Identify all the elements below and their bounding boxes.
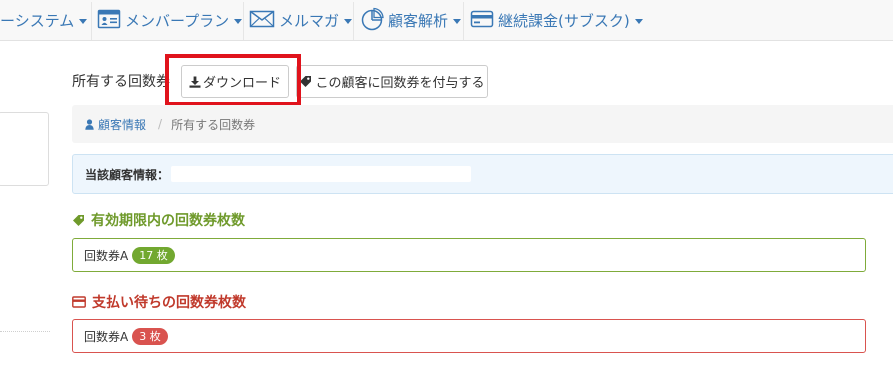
nav-item-label: メルマガ [279, 12, 340, 30]
grant-ticket-button-label: この顧客に回数券を付与する [315, 76, 485, 91]
nav-divider [463, 2, 464, 40]
pending-tickets-panel: 回数券A 3 枚 [72, 319, 866, 353]
nav-item-label: ーシステム [0, 12, 75, 30]
breadcrumb-current: 所有する回数券 [171, 117, 256, 132]
nav-divider [91, 2, 92, 40]
breadcrumb-parent-label: 顧客情報 [98, 117, 147, 132]
nav-item-mail-magazine[interactable]: メルマガ [249, 0, 353, 41]
caret-down-icon [79, 19, 88, 24]
credit-card-icon [72, 296, 86, 308]
nav-item-label: 継続課金(サブスク) [498, 12, 630, 30]
tag-icon [72, 214, 85, 227]
download-highlight-box [165, 54, 301, 106]
ticket-count-badge: 17 枚 [132, 246, 175, 264]
top-nav: ーシステム メンバープラン メルマガ 顧客解析 継続課金(サブスク) [0, 0, 893, 41]
nav-item-customer-analysis[interactable]: 顧客解析 [360, 0, 462, 41]
caret-down-icon [344, 19, 353, 24]
pending-tickets-title: 支払い待ちの回数券枚数 [92, 295, 246, 311]
caret-down-icon [234, 19, 243, 24]
pie-chart-icon [360, 7, 384, 35]
pending-tickets-heading: 支払い待ちの回数券枚数 [72, 292, 246, 312]
ticket-name: 回数券A [84, 329, 129, 344]
member-card-icon [97, 8, 121, 34]
valid-tickets-title: 有効期限内の回数券枚数 [91, 213, 245, 229]
caret-down-icon [453, 19, 462, 24]
nav-item-label: メンバープラン [125, 12, 230, 30]
page-title: 所有する回数券 [72, 74, 170, 90]
ticket-count-badge: 3 枚 [132, 327, 168, 345]
nav-item-label: 顧客解析 [388, 12, 449, 30]
valid-tickets-heading: 有効期限内の回数券枚数 [72, 210, 245, 230]
envelope-icon [249, 9, 275, 33]
nav-item-system[interactable]: ーシステム [0, 0, 88, 41]
left-panel-divider [0, 331, 50, 332]
ticket-name: 回数券A [84, 248, 129, 263]
left-panel-box [0, 112, 49, 186]
nav-divider [353, 2, 354, 40]
breadcrumb-separator: / [158, 117, 163, 131]
caret-down-icon [634, 19, 643, 24]
breadcrumb-customer-info-link[interactable]: 顧客情報 [85, 116, 146, 133]
nav-divider [243, 2, 244, 40]
user-icon [85, 118, 94, 130]
valid-tickets-panel: 回数券A 17 枚 [72, 238, 866, 272]
nav-item-member-plan[interactable]: メンバープラン [97, 0, 243, 41]
nav-item-subscription[interactable]: 継続課金(サブスク) [470, 0, 643, 41]
grant-ticket-button[interactable]: この顧客に回数券を付与する [296, 65, 488, 98]
breadcrumb: 顧客情報 / 所有する回数券 [72, 105, 893, 143]
credit-card-icon [470, 9, 494, 33]
tag-icon [299, 75, 312, 88]
redacted-area [171, 166, 471, 182]
customer-info-label: 当該顧客情報： [85, 167, 170, 182]
